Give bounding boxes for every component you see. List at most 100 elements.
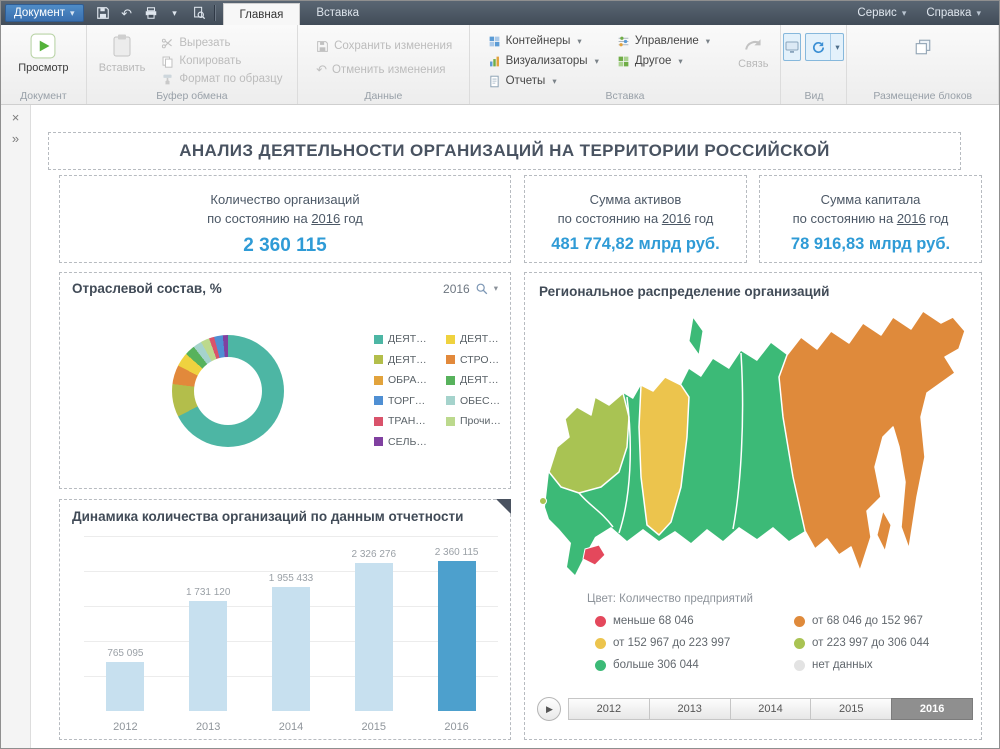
regional-map-block[interactable]: Региональное распределение организаций [524,272,982,740]
map-sakhalin-icon[interactable] [877,511,891,551]
refresh-options-caret[interactable]: ▾ [830,34,843,60]
legend-dot [794,616,805,627]
industry-legend-col1: ДЕЯТ… ДЕЯТ… ОБРА… ТОРГ… ТРАН… СЕЛЬ… [374,333,436,448]
kpi-year-link[interactable]: 2016 [897,211,926,226]
discard-changes-button[interactable]: ↶ Отменить изменения [312,59,462,80]
industry-legend-item[interactable]: ТОРГ… [374,395,436,407]
kpi-card-org-count[interactable]: Количество организаций по состоянию на 2… [59,175,511,263]
kpi-year-link[interactable]: 2016 [662,211,691,226]
refresh-dropdown-button[interactable]: ▾ [805,33,844,61]
map-legend-item[interactable]: больше 306 044 [595,659,768,671]
legend-dot [595,616,606,627]
kpi-value: 2 360 115 [60,235,510,257]
legend-swatch [374,417,383,426]
copy-button[interactable]: Копировать [157,52,286,70]
bar-column[interactable]: 2 326 276 [344,549,404,711]
bar[interactable] [189,601,227,711]
block-layout-button[interactable] [908,33,938,61]
industry-composition-block[interactable]: Отраслевой состав, % 2016 ▾ ДЕЯТ…ДЕЯТ…ОБ… [59,272,511,489]
bar-value-label: 2 360 115 [435,547,479,558]
tab-home[interactable]: Главная [223,3,301,25]
link-arrow-icon [742,33,764,55]
year-button-2013[interactable]: 2013 [649,698,731,720]
service-menu[interactable]: Сервис ▾ [849,7,914,19]
map-island-icon[interactable] [689,317,703,355]
save-button[interactable] [94,4,112,22]
kpi-year-link[interactable]: 2016 [311,211,340,226]
russia-choropleth-map[interactable] [531,297,975,587]
dashboard-title: АНАЛИЗ ДЕЯТЕЛЬНОСТИ ОРГАНИЗАЦИЙ НА ТЕРРИ… [179,141,830,161]
industry-legend-item[interactable]: ТРАН… [374,415,436,427]
format-painter-button[interactable]: Формат по образцу [157,70,286,88]
industry-legend-item[interactable]: СТРО… [446,354,508,366]
industry-legend-item[interactable]: ДЕЯТ… [446,333,508,345]
copy-button-label: Копировать [179,55,241,67]
document-menu-button[interactable]: Документ ▾ [5,4,84,22]
industry-legend-item[interactable]: Прочи… [446,415,508,427]
close-icon[interactable]: × [12,111,20,124]
year-button-2014[interactable]: 2014 [730,698,812,720]
bar-column[interactable]: 2 360 115 [427,547,487,711]
dashboard-title-block[interactable]: АНАЛИЗ ДЕЯТЕЛЬНОСТИ ОРГАНИЗАЦИЙ НА ТЕРРИ… [48,132,961,170]
bar[interactable] [272,587,310,711]
chevron-down-icon: ▾ [552,76,556,87]
industry-legend-item[interactable]: ДЕЯТ… [374,354,436,366]
management-button[interactable]: Управление ▾ [613,32,714,50]
industry-legend-item[interactable]: ДЕЯТ… [446,374,508,386]
legend-label: ДЕЯТ… [460,333,499,345]
undo-button[interactable]: ↶ [118,4,136,22]
chevron-down-icon[interactable]: ▾ [494,283,498,294]
chevron-down-icon: ▾ [976,8,981,19]
year-button-2012[interactable]: 2012 [568,698,650,720]
industry-legend-item[interactable]: ОБРА… [374,374,436,386]
map-legend-item[interactable]: от 223 997 до 306 044 [794,637,967,649]
chevron-down-icon: ▾ [835,42,839,53]
bar[interactable] [106,662,144,711]
paste-button[interactable]: Вставить [93,30,152,88]
print-options-caret[interactable]: ▾ [166,4,184,22]
bar[interactable] [355,563,393,711]
year-button-2015[interactable]: 2015 [810,698,892,720]
map-legend-item[interactable]: меньше 68 046 [595,615,768,627]
map-kaliningrad-icon[interactable] [540,498,547,505]
industry-legend-item[interactable]: ДЕЯТ… [374,333,436,345]
bar-value-label: 2 326 276 [352,549,397,560]
industry-donut[interactable] [172,335,284,447]
other-button[interactable]: Другое ▾ [613,52,714,70]
ribbon-group-data: Сохранить изменения ↶ Отменить изменения… [298,25,469,104]
bar-column[interactable]: 1 731 120 [178,587,238,711]
print-button[interactable] [142,4,160,22]
print-preview-button[interactable] [190,4,208,22]
save-changes-button[interactable]: Сохранить изменения [312,37,462,55]
industry-legend-item[interactable]: СЕЛЬ… [374,436,436,448]
cut-button-label: Вырезать [179,37,230,49]
kpi-card-assets[interactable]: Сумма активов по состоянию на 2016 год 4… [524,175,747,263]
industry-legend-item[interactable]: ОБЕС… [446,395,508,407]
help-menu[interactable]: Справка ▾ [918,7,989,19]
kpi-card-capital[interactable]: Сумма капитала по состоянию на 2016 год … [759,175,982,263]
map-region-orange[interactable] [779,311,965,571]
visualizers-button[interactable]: Визуализаторы ▾ [484,52,603,70]
map-legend-item[interactable]: нет данных [794,659,967,671]
view-mode-button[interactable] [783,33,801,61]
dynamics-block[interactable]: Динамика количества организаций по данны… [59,499,511,740]
expand-panel-icon[interactable]: » [12,132,19,145]
preview-button[interactable]: Просмотр [12,30,74,88]
kpi-subtitle-suffix: год [694,211,713,226]
year-button-2016[interactable]: 2016 [891,698,973,720]
map-legend-item[interactable]: от 68 046 до 152 967 [794,615,967,627]
magnifier-icon[interactable] [475,282,489,296]
bar[interactable] [438,561,476,711]
selected-block-corner-icon [496,499,511,514]
reports-button[interactable]: Отчеты ▾ [484,72,603,90]
cut-button[interactable]: Вырезать [157,34,286,52]
legend-swatch [374,437,383,446]
map-play-button[interactable]: ▶ [537,697,561,721]
tab-insert[interactable]: Вставка [300,1,375,25]
containers-button[interactable]: Контейнеры ▾ [484,32,603,50]
bar-column[interactable]: 765 095 [95,648,155,711]
map-legend-item[interactable]: от 152 967 до 223 997 [595,637,768,649]
bar-column[interactable]: 1 955 433 [261,573,321,711]
industry-year-value[interactable]: 2016 [443,282,470,296]
link-button[interactable]: Связь [732,30,774,88]
